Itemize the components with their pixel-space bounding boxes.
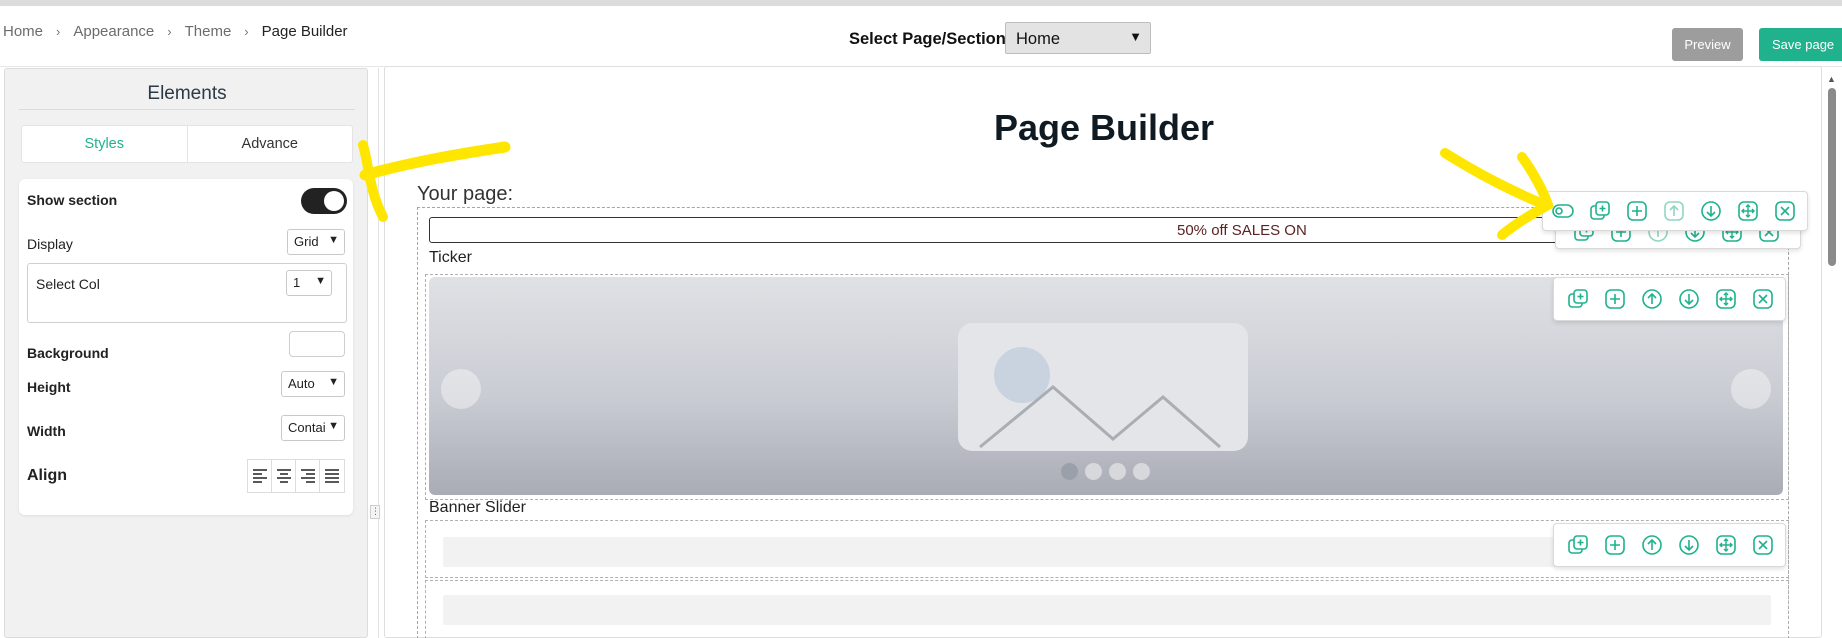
panel-resize-handle[interactable]: ⋮: [370, 505, 380, 519]
page-select-value: Home: [1016, 30, 1061, 48]
slider-dot[interactable]: [1133, 463, 1150, 480]
top-strip: [0, 0, 1842, 6]
add-icon[interactable]: [1601, 531, 1629, 559]
panel-title: Elements: [147, 83, 227, 104]
width-select[interactable]: Contai ▼: [281, 415, 345, 441]
height-label: Height: [27, 379, 71, 395]
drag-move-icon[interactable]: [1712, 531, 1740, 559]
move-up-icon[interactable]: [1638, 285, 1666, 313]
delete-icon[interactable]: [1771, 197, 1799, 225]
toggle-knob: [324, 191, 344, 211]
ticker-section-label: Ticker: [429, 249, 472, 266]
slider-dot[interactable]: [1085, 463, 1102, 480]
chevron-right-icon: ›: [244, 24, 249, 39]
select-col-select[interactable]: 1 ▼: [286, 270, 332, 296]
display-select[interactable]: Grid ▼: [287, 229, 345, 255]
banner-section-label: Banner Slider: [429, 499, 526, 516]
add-icon[interactable]: [1623, 197, 1651, 225]
ticker-main-toolbar: [1542, 191, 1808, 231]
breadcrumb-appearance[interactable]: Appearance: [73, 23, 154, 40]
show-section-label: Show section: [27, 192, 118, 208]
drag-move-icon[interactable]: [1712, 285, 1740, 313]
banner-toolbar: [1553, 277, 1786, 321]
style-settings-card: Show section Display Grid ▼ Select Col 1…: [19, 179, 353, 515]
slider-prev-arrow[interactable]: [441, 369, 481, 409]
slider-dots: [1061, 463, 1150, 480]
delete-icon[interactable]: [1749, 531, 1777, 559]
page-select[interactable]: Home ▼: [1005, 22, 1151, 54]
slider-dot[interactable]: [1061, 463, 1078, 480]
height-select[interactable]: Auto ▼: [281, 371, 345, 397]
ticker-text: 50% off SALES ON: [1177, 222, 1307, 239]
scroll-up-arrow-icon[interactable]: ▲: [1827, 74, 1836, 84]
align-label: Align: [27, 467, 67, 484]
chevron-down-icon: ▼: [328, 234, 339, 246]
move-up-icon[interactable]: [1638, 531, 1666, 559]
width-select-value: Contai: [288, 420, 326, 435]
height-select-value: Auto: [288, 376, 315, 391]
chevron-down-icon: ▼: [328, 376, 339, 388]
breadcrumb-theme[interactable]: Theme: [185, 23, 232, 40]
width-label: Width: [27, 423, 66, 439]
chevron-right-icon: ›: [56, 24, 61, 39]
breadcrumb-home[interactable]: Home: [3, 23, 43, 40]
display-select-value: Grid: [294, 234, 319, 249]
align-justify-icon[interactable]: [320, 460, 344, 492]
show-section-toggle[interactable]: [301, 188, 347, 214]
preview-button[interactable]: Preview: [1672, 28, 1743, 61]
select-col-label: Select Col: [36, 276, 100, 292]
add-icon[interactable]: [1601, 285, 1629, 313]
drag-move-icon[interactable]: [1734, 197, 1762, 225]
breadcrumb: Home › Appearance › Theme › Page Builder: [3, 23, 348, 40]
duplicate-icon[interactable]: [1564, 531, 1592, 559]
panel-tabs: Styles Advance: [21, 125, 353, 163]
move-down-icon[interactable]: [1675, 531, 1703, 559]
align-center-icon[interactable]: [272, 460, 296, 492]
slider-next-arrow[interactable]: [1731, 369, 1771, 409]
panel-title-divider: [19, 109, 355, 110]
delete-icon[interactable]: [1749, 285, 1777, 313]
align-button-group: [247, 459, 345, 493]
slider-dot[interactable]: [1109, 463, 1126, 480]
elements-panel: Elements Styles Advance Show section Dis…: [4, 68, 368, 638]
move-down-icon[interactable]: [1675, 285, 1703, 313]
placeholder-bar: [443, 595, 1771, 625]
page-select-label: Select Page/Section:: [849, 30, 1012, 48]
duplicate-icon[interactable]: [1564, 285, 1592, 313]
breadcrumb-current: Page Builder: [261, 23, 348, 40]
align-left-icon[interactable]: [248, 460, 272, 492]
background-label: Background: [27, 345, 109, 361]
visibility-toggle-icon[interactable]: [1549, 197, 1577, 225]
page-canvas: Page Builder Your page: 50% off SALES ON…: [384, 66, 1822, 638]
move-down-icon[interactable]: [1697, 197, 1725, 225]
chevron-down-icon: ▼: [315, 275, 326, 287]
page-title: Page Builder: [993, 107, 1215, 148]
tab-styles[interactable]: Styles: [22, 126, 188, 162]
select-col-value: 1: [293, 275, 301, 290]
display-label: Display: [27, 236, 73, 252]
panel-divider: [378, 68, 379, 638]
chevron-down-icon: ▼: [1129, 29, 1142, 44]
align-right-icon[interactable]: [296, 460, 320, 492]
background-color-picker[interactable]: [289, 331, 345, 357]
scrollbar-thumb[interactable]: [1828, 88, 1836, 266]
duplicate-icon[interactable]: [1586, 197, 1614, 225]
chevron-down-icon: ▼: [328, 420, 339, 432]
image-placeholder-icon: [958, 323, 1248, 451]
chevron-right-icon: ›: [167, 24, 172, 39]
section-toolbar: [1553, 523, 1786, 567]
tab-advance[interactable]: Advance: [188, 126, 353, 162]
move-up-icon[interactable]: [1660, 197, 1688, 225]
your-page-label: Your page:: [417, 183, 514, 205]
save-page-button[interactable]: Save page: [1759, 28, 1842, 61]
select-col-box: Select Col 1 ▼: [27, 263, 347, 323]
